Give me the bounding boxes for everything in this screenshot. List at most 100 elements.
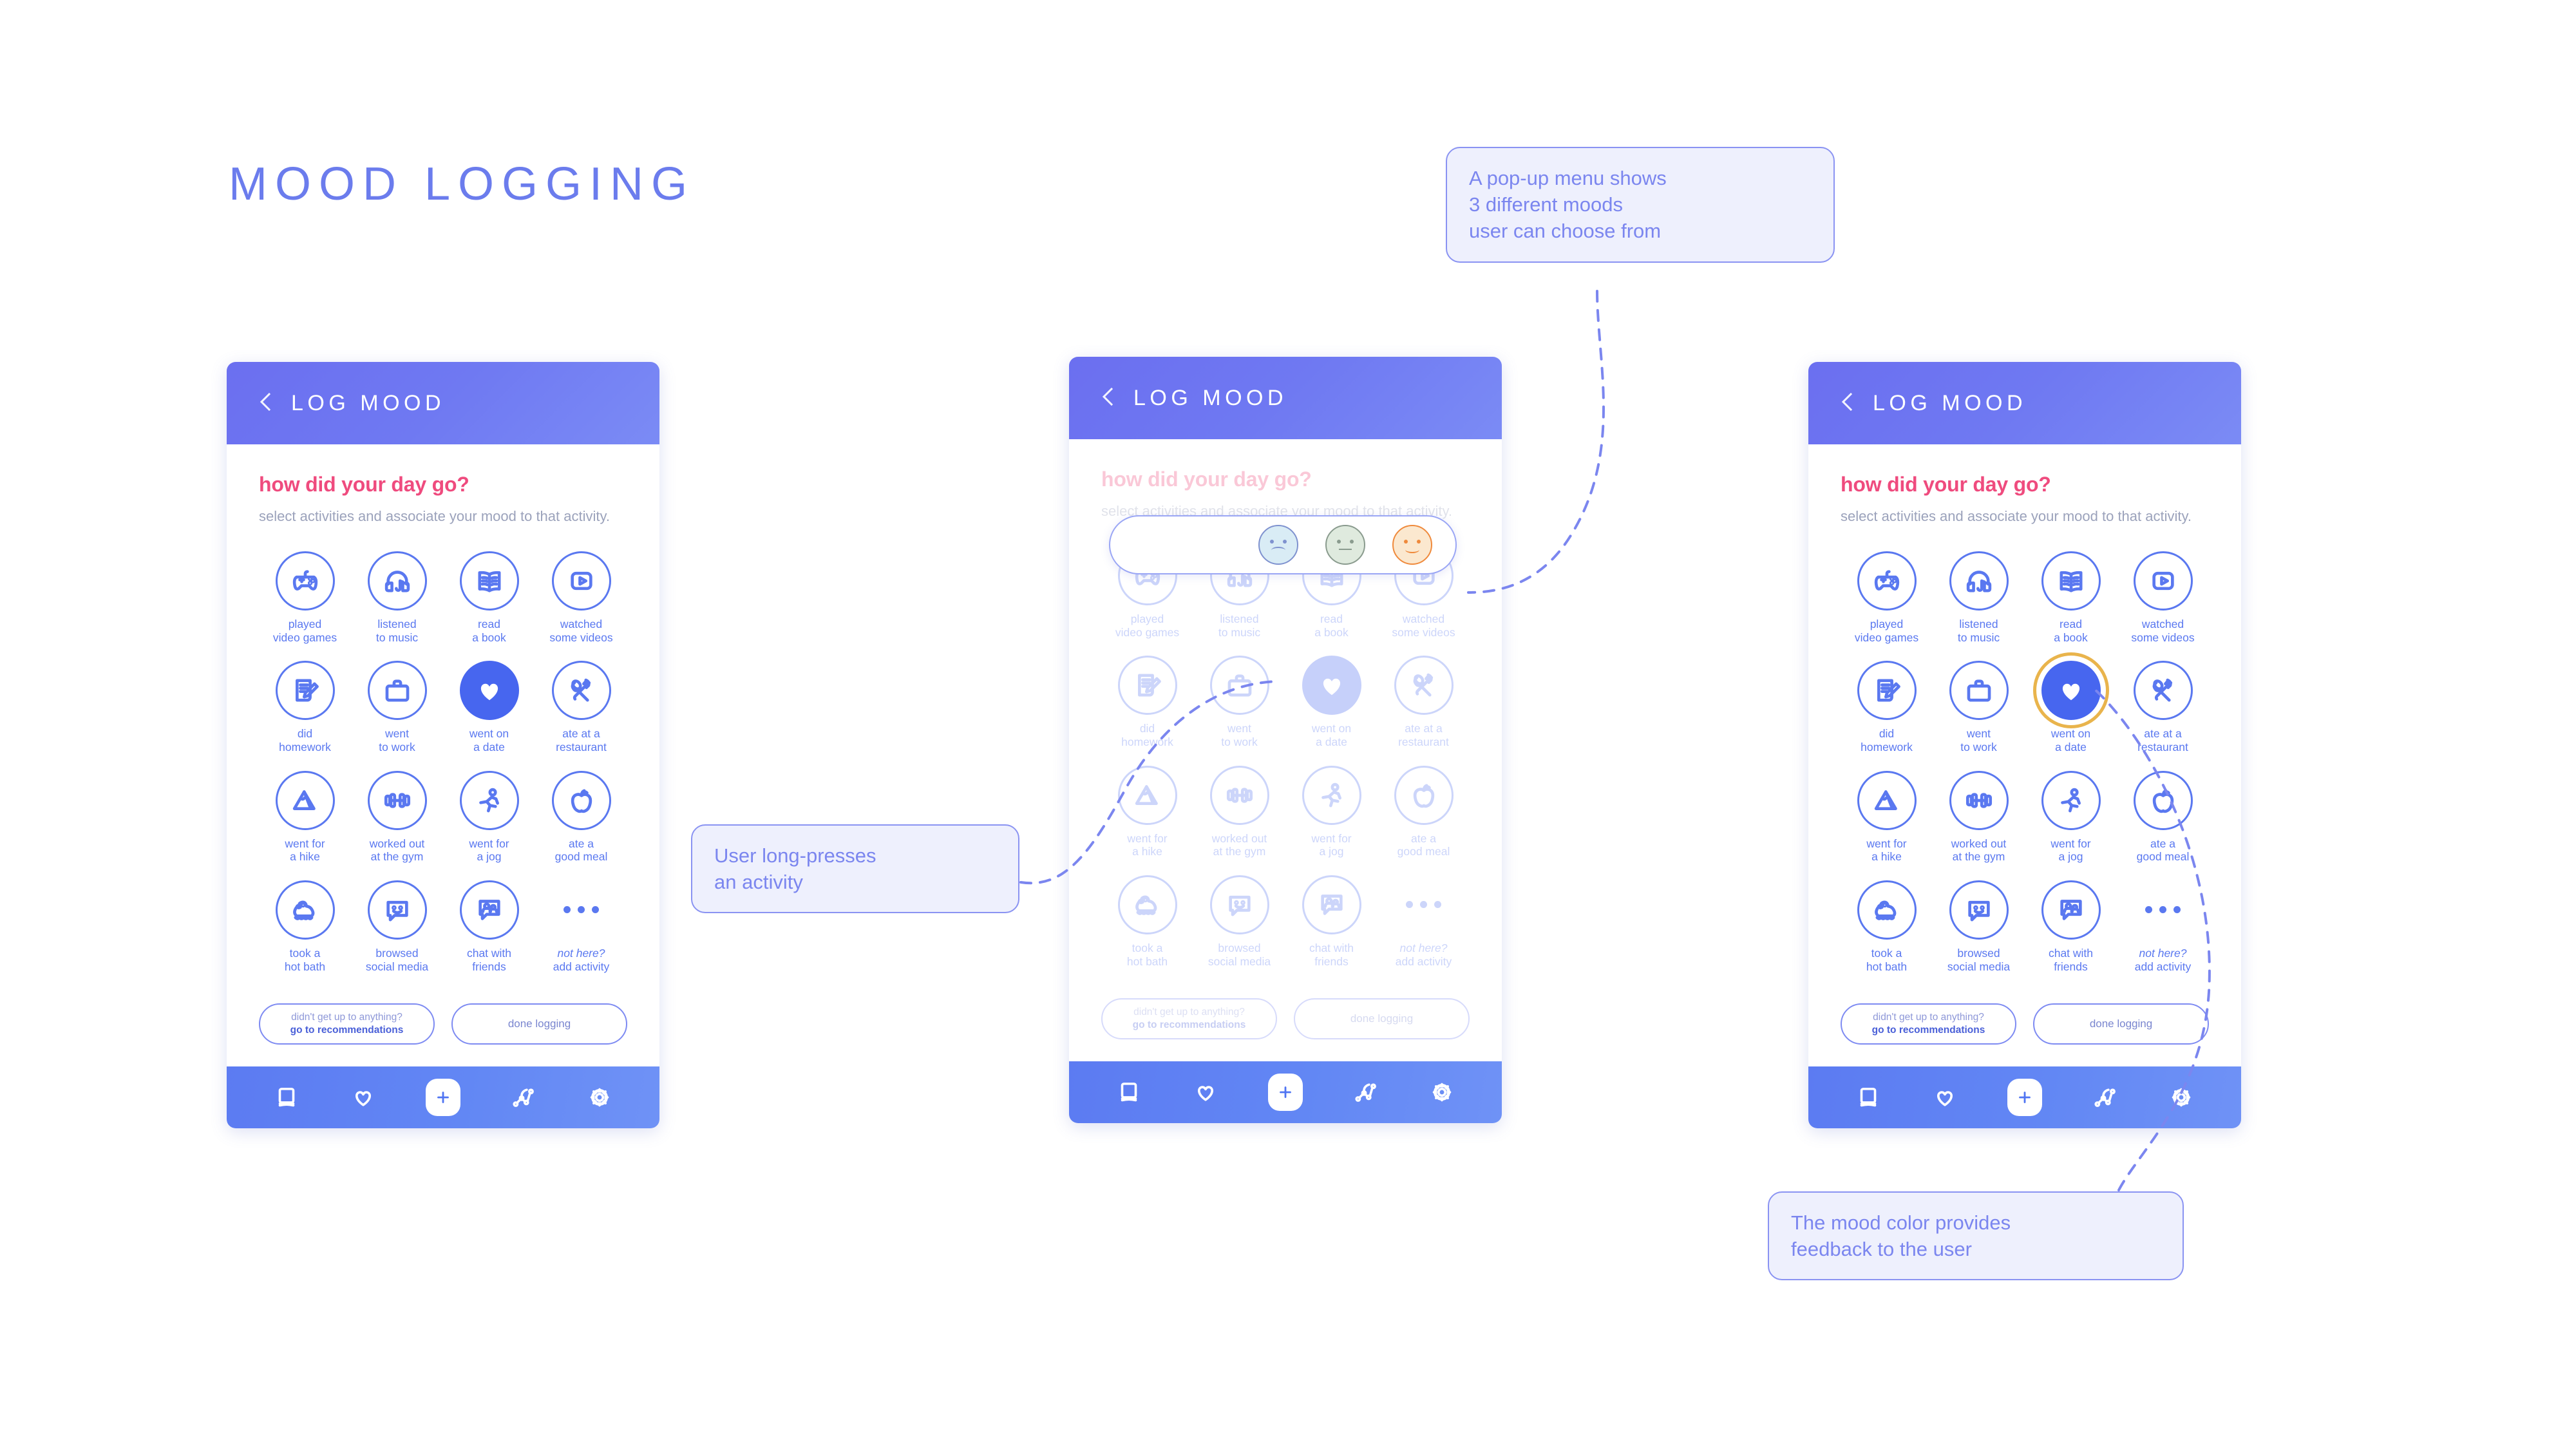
activity-went-to-work[interactable]: went to work bbox=[1933, 661, 2025, 753]
nav-gear-button[interactable] bbox=[586, 1084, 613, 1111]
activity-bubble[interactable] bbox=[551, 551, 611, 611]
recommendations-button[interactable]: didn't get up to anything? go to recomme… bbox=[259, 1003, 435, 1045]
nav-journal-button[interactable] bbox=[1855, 1084, 1882, 1111]
activity-add-activity[interactable]: not here? add activity bbox=[535, 880, 627, 973]
activity-bubble[interactable] bbox=[1949, 551, 2009, 611]
activity-ate-at-a-restaurant[interactable]: ate at a restaurant bbox=[1378, 656, 1470, 748]
selected-activity-wrap[interactable] bbox=[459, 661, 519, 721]
activity-ate-at-a-restaurant[interactable]: ate at a restaurant bbox=[2117, 661, 2209, 753]
ellipsis-icon[interactable] bbox=[1406, 875, 1441, 934]
activity-bubble[interactable] bbox=[1209, 765, 1269, 825]
activity-add-activity[interactable]: not here? add activity bbox=[2117, 880, 2209, 973]
selected-activity-wrap[interactable] bbox=[2032, 652, 2109, 729]
activity-went-on-a-date[interactable]: went on a date bbox=[443, 661, 535, 753]
activity-bubble[interactable] bbox=[2041, 551, 2101, 611]
activity-bubble[interactable] bbox=[275, 880, 335, 940]
activity-went-for-a-jog[interactable]: went for a jog bbox=[443, 770, 535, 864]
activity-went-to-work[interactable]: went to work bbox=[1193, 656, 1285, 748]
activity-bubble[interactable] bbox=[275, 661, 335, 721]
activity-bubble[interactable] bbox=[367, 770, 427, 830]
nav-journal-button[interactable] bbox=[273, 1084, 300, 1111]
activity-bubble[interactable] bbox=[1949, 770, 2009, 830]
activity-bubble[interactable] bbox=[1857, 551, 1917, 611]
activity-worked-out-at-gym[interactable]: worked out at the gym bbox=[351, 770, 443, 864]
activity-bubble[interactable] bbox=[459, 551, 519, 611]
mood-popup-menu[interactable] bbox=[1109, 515, 1457, 574]
nav-gear-button[interactable] bbox=[2168, 1084, 2195, 1111]
nav-add-button[interactable] bbox=[2007, 1079, 2042, 1116]
activity-bubble[interactable] bbox=[1302, 875, 1361, 934]
activity-went-for-a-hike[interactable]: went for a hike bbox=[259, 770, 351, 864]
nav-trends-button[interactable] bbox=[2091, 1084, 2118, 1111]
activity-did-homework[interactable]: did homework bbox=[1841, 661, 1933, 753]
activity-bubble[interactable] bbox=[1394, 656, 1454, 715]
activity-bubble[interactable] bbox=[2041, 880, 2101, 940]
activity-bubble[interactable] bbox=[1949, 661, 2009, 721]
activity-bubble[interactable] bbox=[2041, 770, 2101, 830]
nav-journal-button[interactable] bbox=[1115, 1079, 1142, 1106]
activity-bubble[interactable] bbox=[1117, 656, 1177, 715]
recommendations-button[interactable]: didn't get up to anything? go to recomme… bbox=[1841, 1003, 2016, 1045]
activity-bubble[interactable] bbox=[367, 880, 427, 940]
activity-bubble[interactable] bbox=[1117, 765, 1177, 825]
activity-bubble[interactable] bbox=[275, 551, 335, 611]
activity-browsed-social-media[interactable]: browsed social media bbox=[351, 880, 443, 973]
activity-bubble[interactable] bbox=[2133, 770, 2193, 830]
activity-browsed-social-media[interactable]: browsed social media bbox=[1933, 880, 2025, 973]
activity-ate-a-good-meal[interactable]: ate a good meal bbox=[535, 770, 627, 864]
activity-bubble[interactable] bbox=[1394, 765, 1454, 825]
back-chevron-icon[interactable] bbox=[1842, 392, 1856, 414]
nav-trends-button[interactable] bbox=[509, 1084, 536, 1111]
activity-bubble[interactable] bbox=[1949, 880, 2009, 940]
happy-face-icon[interactable] bbox=[1392, 525, 1432, 565]
recommendations-button[interactable]: didn't get up to anything? go to recomme… bbox=[1101, 998, 1277, 1039]
activity-took-a-hot-bath[interactable]: took a hot bath bbox=[1841, 880, 1933, 973]
activity-bubble[interactable] bbox=[2133, 551, 2193, 611]
activity-bubble[interactable] bbox=[459, 661, 519, 721]
activity-listened-to-music[interactable]: listened to music bbox=[351, 551, 443, 644]
activity-bubble[interactable] bbox=[551, 770, 611, 830]
activity-bubble[interactable] bbox=[551, 661, 611, 721]
ellipsis-icon[interactable] bbox=[564, 880, 599, 940]
activity-did-homework[interactable]: did homework bbox=[1101, 656, 1193, 748]
activity-chat-with-friends[interactable]: chat with friends bbox=[443, 880, 535, 973]
done-logging-button[interactable]: done logging bbox=[2033, 1003, 2209, 1045]
activity-listened-to-music[interactable]: listened to music bbox=[1933, 551, 2025, 644]
back-chevron-icon[interactable] bbox=[260, 392, 274, 414]
activity-worked-out-at-gym[interactable]: worked out at the gym bbox=[1193, 765, 1285, 858]
neutral-face-icon[interactable] bbox=[1325, 525, 1365, 565]
activity-watched-some-videos[interactable]: watched some videos bbox=[2117, 551, 2209, 644]
activity-chat-with-friends[interactable]: chat with friends bbox=[1285, 875, 1378, 968]
activity-went-for-a-hike[interactable]: went for a hike bbox=[1841, 770, 1933, 864]
activity-bubble[interactable] bbox=[1857, 661, 1917, 721]
activity-bubble[interactable] bbox=[2133, 661, 2193, 721]
activity-bubble[interactable] bbox=[367, 661, 427, 721]
done-logging-button[interactable]: done logging bbox=[451, 1003, 627, 1045]
activity-bubble[interactable] bbox=[1117, 875, 1177, 934]
activity-bubble[interactable] bbox=[1857, 880, 1917, 940]
activity-went-to-work[interactable]: went to work bbox=[351, 661, 443, 753]
nav-heart-button[interactable] bbox=[350, 1084, 377, 1111]
selected-activity-wrap[interactable] bbox=[1302, 656, 1361, 715]
activity-add-activity[interactable]: not here? add activity bbox=[1378, 875, 1470, 968]
activity-played-video-games[interactable]: played video games bbox=[1841, 551, 1933, 644]
activity-bubble[interactable] bbox=[1209, 656, 1269, 715]
back-chevron-icon[interactable] bbox=[1103, 387, 1117, 409]
activity-read-a-book[interactable]: read a book bbox=[443, 551, 535, 644]
sad-face-icon[interactable] bbox=[1258, 525, 1298, 565]
nav-trends-button[interactable] bbox=[1352, 1079, 1379, 1106]
activity-played-video-games[interactable]: played video games bbox=[259, 551, 351, 644]
activity-ate-at-a-restaurant[interactable]: ate at a restaurant bbox=[535, 661, 627, 753]
activity-bubble[interactable] bbox=[2041, 661, 2101, 721]
activity-went-on-a-date[interactable]: went on a date bbox=[1285, 656, 1378, 748]
activity-ate-a-good-meal[interactable]: ate a good meal bbox=[2117, 770, 2209, 864]
activity-ate-a-good-meal[interactable]: ate a good meal bbox=[1378, 765, 1470, 858]
activity-went-for-a-hike[interactable]: went for a hike bbox=[1101, 765, 1193, 858]
nav-add-button[interactable] bbox=[1267, 1074, 1303, 1111]
activity-went-on-a-date[interactable]: went on a date bbox=[2025, 652, 2117, 753]
activity-read-a-book[interactable]: read a book bbox=[2025, 551, 2117, 644]
nav-heart-button[interactable] bbox=[1192, 1079, 1219, 1106]
activity-chat-with-friends[interactable]: chat with friends bbox=[2025, 880, 2117, 973]
activity-bubble[interactable] bbox=[1857, 770, 1917, 830]
activity-bubble[interactable] bbox=[1302, 656, 1361, 715]
